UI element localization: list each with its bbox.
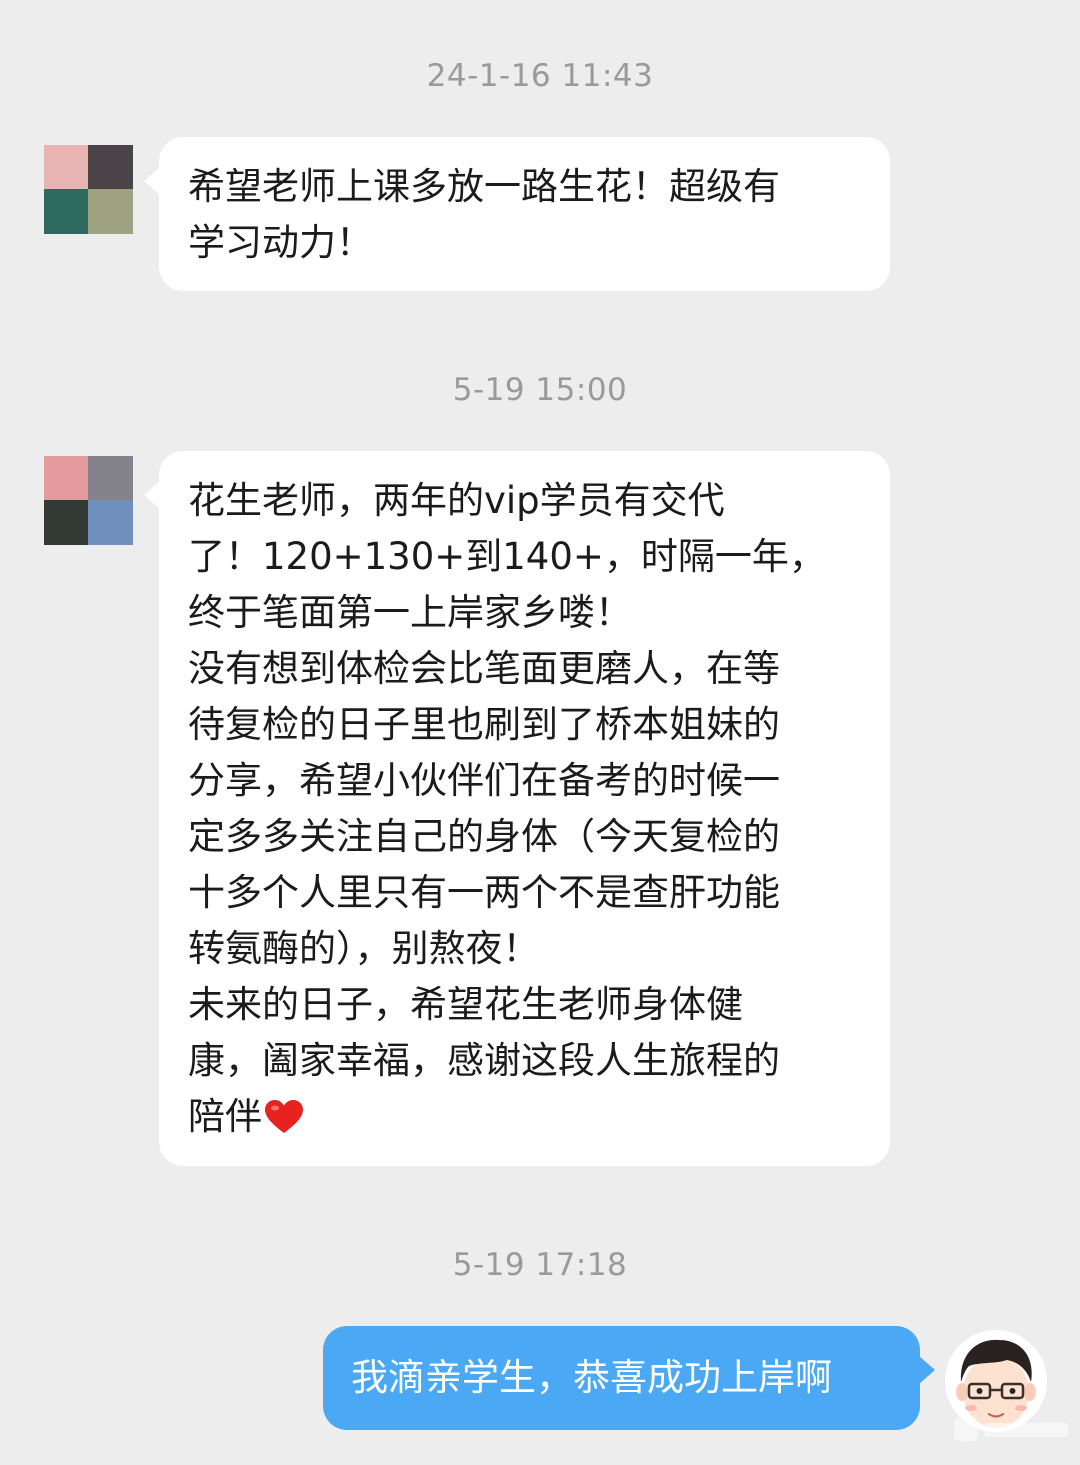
- message-line: 转氨酶的），别熬夜！: [188, 927, 540, 970]
- avatar-tile: [88, 456, 133, 500]
- timestamp: 5-19 17:18: [452, 1247, 628, 1283]
- message-line: 定多多关注自己的身体（今天复检的: [188, 815, 780, 858]
- message-line: 待复检的日子里也刷到了桥本姐妹的: [188, 703, 780, 746]
- message-text: 我滴亲学生，恭喜成功上岸啊: [351, 1356, 832, 1399]
- avatar-tile: [44, 145, 88, 189]
- avatar-tile: [44, 189, 88, 234]
- message-line-text: 陪伴: [188, 1095, 262, 1138]
- message-line: 未来的日子，希望花生老师身体健: [188, 983, 743, 1026]
- message-line: 康，阖家幸福，感谢这段人生旅程的: [188, 1039, 780, 1082]
- avatar-tile: [88, 145, 133, 189]
- message-line: 学习动力！: [188, 221, 373, 264]
- sender-avatar[interactable]: [44, 456, 133, 545]
- message-line: 没有想到体检会比笔面更磨人，在等: [188, 647, 780, 690]
- message-line: 分享，希望小伙伴们在备考的时候一: [188, 759, 780, 802]
- sender-avatar[interactable]: [44, 145, 133, 234]
- timestamp: 5-19 15:00: [452, 372, 628, 408]
- message-line: 了！120+130+到140+，时隔一年，: [188, 535, 826, 578]
- bubble-tail: [919, 1356, 935, 1384]
- message-line: 希望老师上课多放一路生花！超级有: [188, 165, 780, 208]
- message-line: 十多个人里只有一两个不是查肝功能: [188, 871, 780, 914]
- incoming-message-bubble[interactable]: 花生老师，两年的vip学员有交代 了！120+130+到140+，时隔一年， 终…: [144, 451, 890, 1166]
- red-heart-icon: [265, 1100, 303, 1133]
- watermark-logo: [954, 1417, 1068, 1441]
- message-line-last: 陪伴: [188, 1089, 860, 1145]
- bubble-tail: [144, 167, 160, 195]
- avatar-tile: [44, 456, 88, 500]
- outgoing-message-bubble[interactable]: 我滴亲学生，恭喜成功上岸啊: [323, 1326, 935, 1430]
- incoming-message-bubble[interactable]: 希望老师上课多放一路生花！超级有 学习动力！: [144, 137, 890, 291]
- avatar-tile: [44, 500, 88, 545]
- avatar-tile: [88, 189, 133, 234]
- bubble-tail: [144, 481, 160, 509]
- message-line: 花生老师，两年的vip学员有交代: [188, 479, 725, 522]
- message-line: 终于笔面第一上岸家乡喽！: [188, 591, 632, 634]
- timestamp: 24-1-16 11:43: [426, 58, 654, 94]
- avatar-tile: [88, 500, 133, 545]
